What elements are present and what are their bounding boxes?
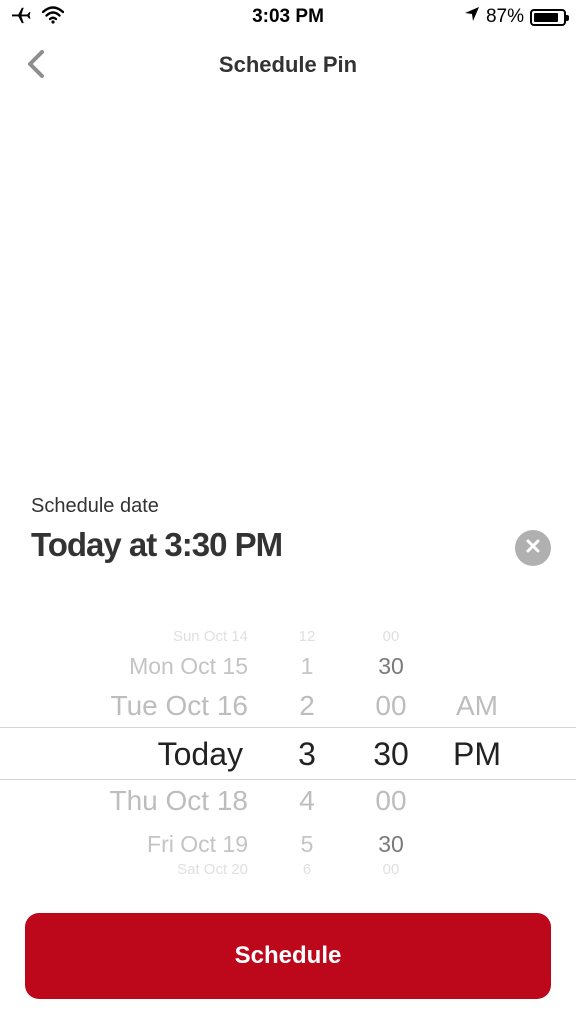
minute-option[interactable]: 00 bbox=[351, 628, 431, 645]
date-time-picker[interactable]: Sun Oct 14 Mon Oct 15 Tue Oct 16 Today T… bbox=[0, 620, 576, 885]
day-option[interactable]: Mon Oct 15 bbox=[129, 653, 248, 680]
hour-option[interactable]: 5 bbox=[277, 831, 337, 858]
day-option[interactable]: Sat Oct 20 bbox=[177, 861, 248, 878]
day-option-selected[interactable]: Today bbox=[158, 736, 243, 773]
minute-option-selected[interactable]: 30 bbox=[351, 736, 431, 773]
minute-wheel[interactable]: 00 30 00 30 00 30 00 bbox=[351, 620, 431, 885]
hour-option[interactable]: 6 bbox=[277, 861, 337, 878]
battery-tip bbox=[566, 14, 569, 21]
battery-fill bbox=[534, 12, 558, 22]
minute-option[interactable]: 00 bbox=[351, 785, 431, 817]
day-option[interactable]: Fri Oct 19 bbox=[147, 831, 248, 858]
minute-option[interactable]: 00 bbox=[351, 690, 431, 722]
minute-option[interactable]: 30 bbox=[351, 653, 431, 680]
status-right: 87% bbox=[464, 6, 569, 28]
clear-date-button[interactable] bbox=[515, 530, 551, 566]
period-option-selected[interactable]: PM bbox=[437, 736, 517, 773]
period-option[interactable]: AM bbox=[437, 690, 517, 722]
period-wheel[interactable]: AM PM bbox=[437, 620, 517, 885]
page-title: Schedule Pin bbox=[218, 52, 358, 77]
day-option[interactable]: Sun Oct 14 bbox=[173, 628, 248, 645]
battery-icon bbox=[530, 8, 569, 26]
hour-option-selected[interactable]: 3 bbox=[277, 736, 337, 773]
hour-option[interactable]: 4 bbox=[277, 785, 337, 817]
minute-option[interactable]: 30 bbox=[351, 831, 431, 858]
schedule-date-label: Schedule date bbox=[31, 495, 159, 517]
status-bar: 3:03 PM 87% bbox=[0, 0, 576, 34]
nav-header: Schedule Pin bbox=[0, 40, 576, 92]
hour-option[interactable]: 2 bbox=[277, 690, 337, 722]
day-option[interactable]: Thu Oct 18 bbox=[109, 785, 248, 817]
day-option[interactable]: Tue Oct 16 bbox=[111, 690, 248, 722]
hour-option[interactable]: 1 bbox=[277, 653, 337, 680]
schedule-date-value: Today at 3:30 PM bbox=[31, 526, 283, 563]
schedule-button[interactable]: Schedule bbox=[25, 913, 551, 999]
hour-wheel[interactable]: 12 1 2 3 4 5 6 bbox=[277, 620, 337, 885]
minute-option[interactable]: 00 bbox=[351, 861, 431, 878]
hour-option[interactable]: 12 bbox=[277, 628, 337, 645]
battery-percent: 87% bbox=[485, 6, 524, 27]
location-arrow-icon bbox=[464, 6, 480, 28]
clear-icon bbox=[525, 538, 541, 559]
day-wheel[interactable]: Sun Oct 14 Mon Oct 15 Tue Oct 16 Today T… bbox=[0, 620, 248, 885]
